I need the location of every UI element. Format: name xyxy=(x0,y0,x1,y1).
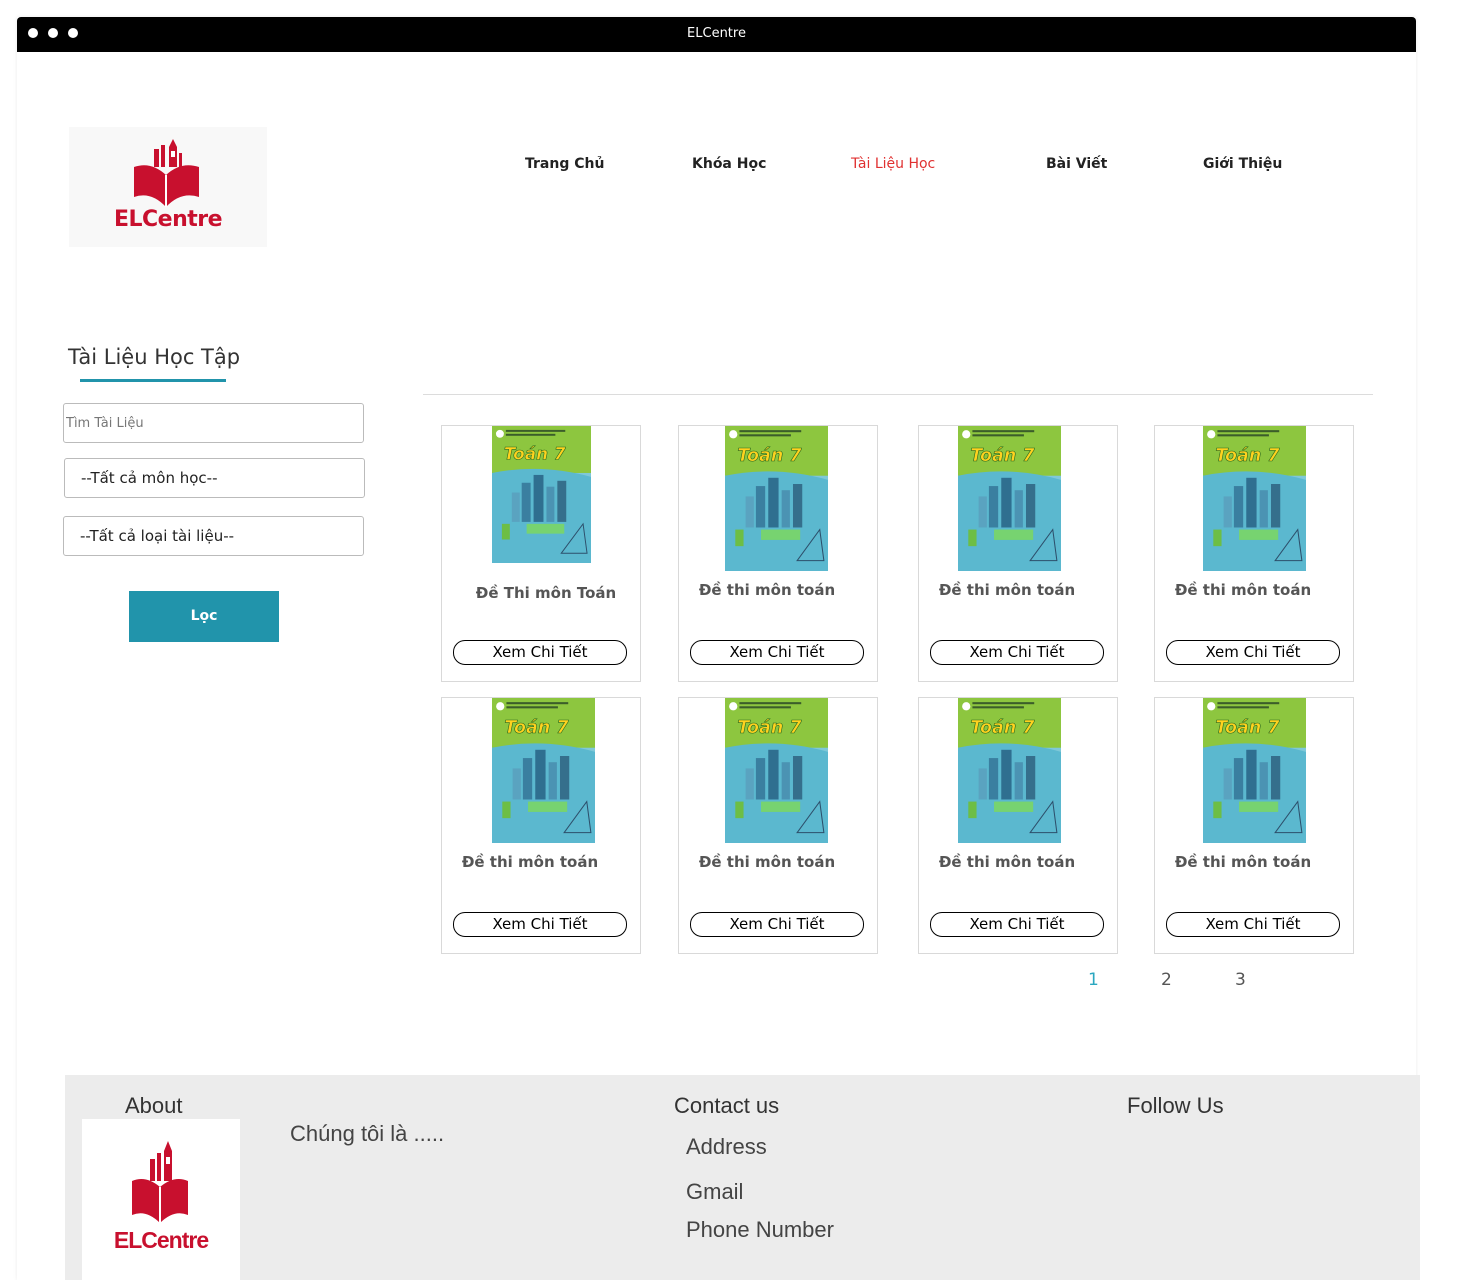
footer-book-logo-icon xyxy=(132,1141,188,1223)
document-card: Toán 7 Đề Thi môn Toán Xem Chi Tiết xyxy=(441,425,641,682)
cover-title-text: Toán 7 xyxy=(737,446,802,466)
subject-select-value: --Tất cả môn học-- xyxy=(81,469,218,487)
search-field-wrapper xyxy=(63,403,364,443)
subject-select[interactable]: --Tất cả môn học-- xyxy=(64,458,365,498)
nav-articles[interactable]: Bài Viết xyxy=(1046,156,1107,172)
book-cover-image[interactable]: Toán 7 xyxy=(1203,426,1306,571)
document-title: Đề thi môn toán xyxy=(938,853,1076,871)
book-cover-image[interactable]: Toán 7 xyxy=(725,426,828,571)
search-input[interactable] xyxy=(64,404,363,442)
cover-title-text: Toán 7 xyxy=(970,718,1035,738)
footer-phone: Phone Number xyxy=(686,1217,834,1242)
cover-title-text: Toán 7 xyxy=(1215,718,1280,738)
view-details-button[interactable]: Xem Chi Tiết xyxy=(453,640,627,665)
footer-about-heading: About xyxy=(125,1093,183,1118)
nav-about[interactable]: Giới Thiệu xyxy=(1203,156,1282,172)
book-cover-image[interactable]: Toán 7 xyxy=(1203,698,1306,843)
cover-title-text: Toán 7 xyxy=(1215,446,1280,466)
book-cover-image[interactable]: Toán 7 xyxy=(958,698,1061,843)
filter-button[interactable]: Lọc xyxy=(129,591,279,642)
content-divider xyxy=(423,394,1373,395)
window-title: ELCentre xyxy=(687,26,746,41)
footer-logo: ELCentre xyxy=(82,1119,240,1280)
view-details-button[interactable]: Xem Chi Tiết xyxy=(930,912,1104,937)
cover-title-text: Toán 7 xyxy=(504,718,569,738)
title-underline xyxy=(80,379,226,382)
view-details-button[interactable]: Xem Chi Tiết xyxy=(690,912,864,937)
brand-name: ELCentre xyxy=(113,207,223,232)
book-cover-image[interactable]: Toán 7 xyxy=(492,698,595,843)
nav-documents[interactable]: Tài Liệu Học xyxy=(851,156,935,172)
document-title: Đề thi môn toán xyxy=(1174,853,1312,871)
document-title: Đề thi môn toán xyxy=(698,581,836,599)
view-details-button[interactable]: Xem Chi Tiết xyxy=(930,640,1104,665)
footer-address: Address xyxy=(686,1134,767,1159)
book-cover-image[interactable]: Toán 7 xyxy=(725,698,828,843)
page-3[interactable]: 3 xyxy=(1235,970,1246,990)
document-card: Toán 7 Đề thi môn toán Xem Chi Tiết xyxy=(678,425,878,682)
document-title: Đề thi môn toán xyxy=(1174,581,1312,599)
document-title: Đề thi môn toán xyxy=(698,853,836,871)
footer-about-text: Chúng tôi là ..... xyxy=(290,1121,445,1146)
document-title: Đề Thi môn Toán xyxy=(475,584,617,602)
view-details-button[interactable]: Xem Chi Tiết xyxy=(690,640,864,665)
document-type-select[interactable]: --Tất cả loại tài liệu-- xyxy=(63,516,364,556)
document-title: Đề thi môn toán xyxy=(938,581,1076,599)
footer-brand-name: ELCentre xyxy=(113,1227,209,1253)
page-1[interactable]: 1 xyxy=(1088,970,1099,990)
view-details-button[interactable]: Xem Chi Tiết xyxy=(453,912,627,937)
sidebar-title: Tài Liệu Học Tập xyxy=(68,345,241,369)
footer-follow-heading: Follow Us xyxy=(1127,1093,1224,1118)
window-titlebar: ELCentre xyxy=(17,17,1416,52)
cover-title-text: Toán 7 xyxy=(970,446,1035,466)
view-details-button[interactable]: Xem Chi Tiết xyxy=(1166,912,1340,937)
document-card: Toán 7 Đề thi môn toán Xem Chi Tiết xyxy=(1154,425,1354,682)
document-type-select-value: --Tất cả loại tài liệu-- xyxy=(80,527,235,545)
document-card: Toán 7 Đề thi môn toán Xem Chi Tiết xyxy=(1154,697,1354,954)
page-2[interactable]: 2 xyxy=(1161,970,1172,990)
view-details-button[interactable]: Xem Chi Tiết xyxy=(1166,640,1340,665)
nav-home[interactable]: Trang Chủ xyxy=(525,156,604,172)
cover-title-text: Toán 7 xyxy=(504,443,566,463)
book-cover-image[interactable]: Toán 7 xyxy=(492,426,591,563)
document-title: Đề thi môn toán xyxy=(461,853,599,871)
book-cover-image[interactable]: Toán 7 xyxy=(958,426,1061,571)
footer-gmail: Gmail xyxy=(686,1179,744,1204)
cover-title-text: Toán 7 xyxy=(737,718,802,738)
document-card: Toán 7 Đề thi môn toán Xem Chi Tiết xyxy=(918,425,1118,682)
site-logo[interactable]: ELCentre xyxy=(69,127,267,247)
document-card: Toán 7 Đề thi môn toán Xem Chi Tiết xyxy=(678,697,878,954)
footer: About ELCentre Chúng tôi là ..... Contac… xyxy=(65,1075,1420,1280)
document-card: Toán 7 Đề thi môn toán Xem Chi Tiết xyxy=(918,697,1118,954)
footer-contact-heading: Contact us xyxy=(674,1093,780,1118)
document-card: Toán 7 Đề thi môn toán Xem Chi Tiết xyxy=(441,697,641,954)
nav-courses[interactable]: Khóa Học xyxy=(692,156,766,172)
